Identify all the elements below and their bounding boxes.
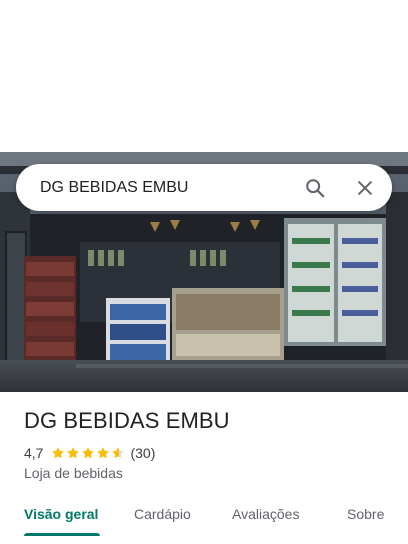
- star-icon: [67, 447, 80, 459]
- place-category[interactable]: Loja de bebidas: [24, 465, 123, 481]
- rating-stars: [51, 446, 126, 460]
- star-half-icon: [112, 447, 125, 459]
- review-count[interactable]: (30): [130, 445, 155, 461]
- star-icon: [97, 447, 110, 459]
- place-tabs: Visão geral Cardápio Avaliações Sobre: [0, 498, 408, 544]
- tab-menu[interactable]: Cardápio: [134, 506, 191, 522]
- search-icon[interactable]: [302, 175, 328, 201]
- search-input[interactable]: [40, 178, 290, 197]
- place-name: DG BEBIDAS EMBU: [24, 408, 230, 433]
- tab-about[interactable]: Sobre: [347, 506, 384, 522]
- rating-value: 4,7: [24, 445, 44, 461]
- star-icon: [82, 447, 95, 459]
- tab-overview[interactable]: Visão geral: [24, 506, 98, 522]
- star-icon: [52, 447, 65, 459]
- tab-reviews[interactable]: Avaliações: [232, 506, 299, 522]
- active-tab-indicator: [24, 533, 100, 536]
- rating-row[interactable]: 4,7 (30): [24, 444, 155, 462]
- close-icon[interactable]: [352, 175, 378, 201]
- search-bar[interactable]: [16, 164, 392, 211]
